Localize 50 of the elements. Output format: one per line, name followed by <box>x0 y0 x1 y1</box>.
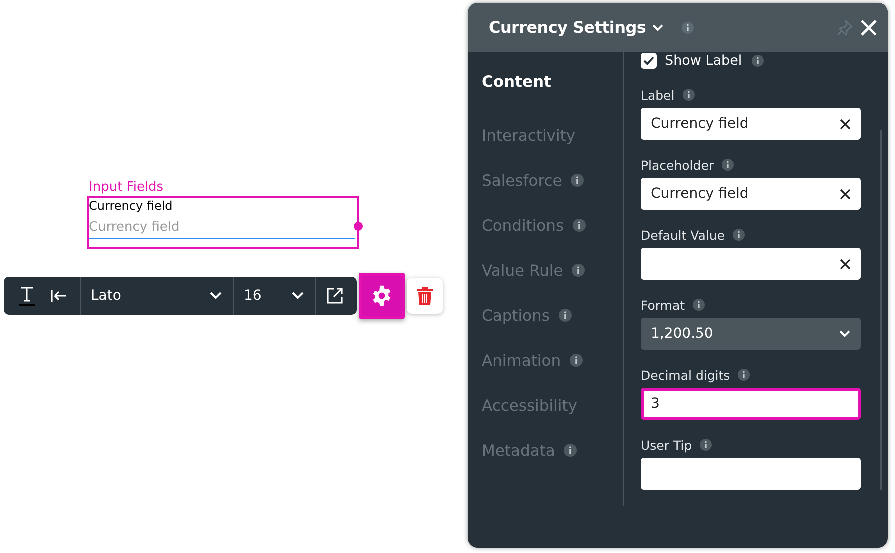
panel-title[interactable]: Currency Settings <box>489 18 646 37</box>
info-icon[interactable] <box>558 309 572 322</box>
info-icon[interactable] <box>682 89 695 101</box>
chevron-down-icon <box>209 291 223 301</box>
align-left-icon[interactable] <box>50 288 68 304</box>
text-style-icon[interactable] <box>16 285 38 307</box>
delete-button[interactable] <box>407 278 443 314</box>
info-icon[interactable] <box>564 444 578 457</box>
info-icon[interactable] <box>571 174 584 187</box>
checkbox-label: Show Label <box>665 53 742 69</box>
info-icon[interactable] <box>752 55 764 67</box>
input-field[interactable]: 3 <box>641 388 861 420</box>
component-title: Input Fields <box>89 179 165 196</box>
settings-icon <box>371 285 393 307</box>
field-label: Placeholder <box>641 158 714 172</box>
field-label: Decimal digits <box>641 368 730 382</box>
info-icon[interactable] <box>573 219 586 232</box>
info-icon[interactable] <box>700 439 712 451</box>
info-icon[interactable] <box>682 22 694 34</box>
dropdown-value: 1,200.50 <box>651 326 714 342</box>
field-label: Currency field <box>89 199 174 213</box>
chevron-down-icon <box>839 330 851 338</box>
info-icon[interactable] <box>732 229 745 241</box>
close-icon[interactable] <box>860 18 878 36</box>
field-label: Default Value <box>641 228 725 242</box>
input-field[interactable]: Currency field <box>641 108 861 140</box>
chevron-down-icon[interactable] <box>652 24 664 32</box>
trash-icon <box>416 286 434 306</box>
nav-tab[interactable]: Content <box>482 73 552 91</box>
settings-button[interactable] <box>359 273 405 319</box>
info-icon[interactable] <box>722 159 734 171</box>
font-size-dropdown[interactable]: 16 <box>234 277 315 315</box>
field-label: User Tip <box>641 438 692 452</box>
info-icon[interactable] <box>693 299 706 311</box>
field-label: Format <box>641 298 686 312</box>
external-link-icon[interactable] <box>326 287 344 305</box>
chevron-down-icon <box>291 291 305 301</box>
input-field[interactable]: Currency field <box>89 213 355 239</box>
input-field[interactable]: Currency field <box>641 178 861 210</box>
font-dropdown[interactable]: Lato <box>81 277 233 315</box>
info-icon[interactable] <box>572 264 586 277</box>
resize-handle[interactable] <box>354 222 363 231</box>
clear-icon[interactable] <box>840 118 851 130</box>
info-icon[interactable] <box>570 354 584 367</box>
info-icon[interactable] <box>738 369 750 381</box>
format-dropdown[interactable]: 1,200.50 <box>641 318 861 350</box>
clear-icon[interactable] <box>840 258 851 270</box>
field-label: Label <box>641 88 675 102</box>
clear-icon[interactable] <box>840 188 851 200</box>
show-label-checkbox[interactable] <box>641 53 657 69</box>
